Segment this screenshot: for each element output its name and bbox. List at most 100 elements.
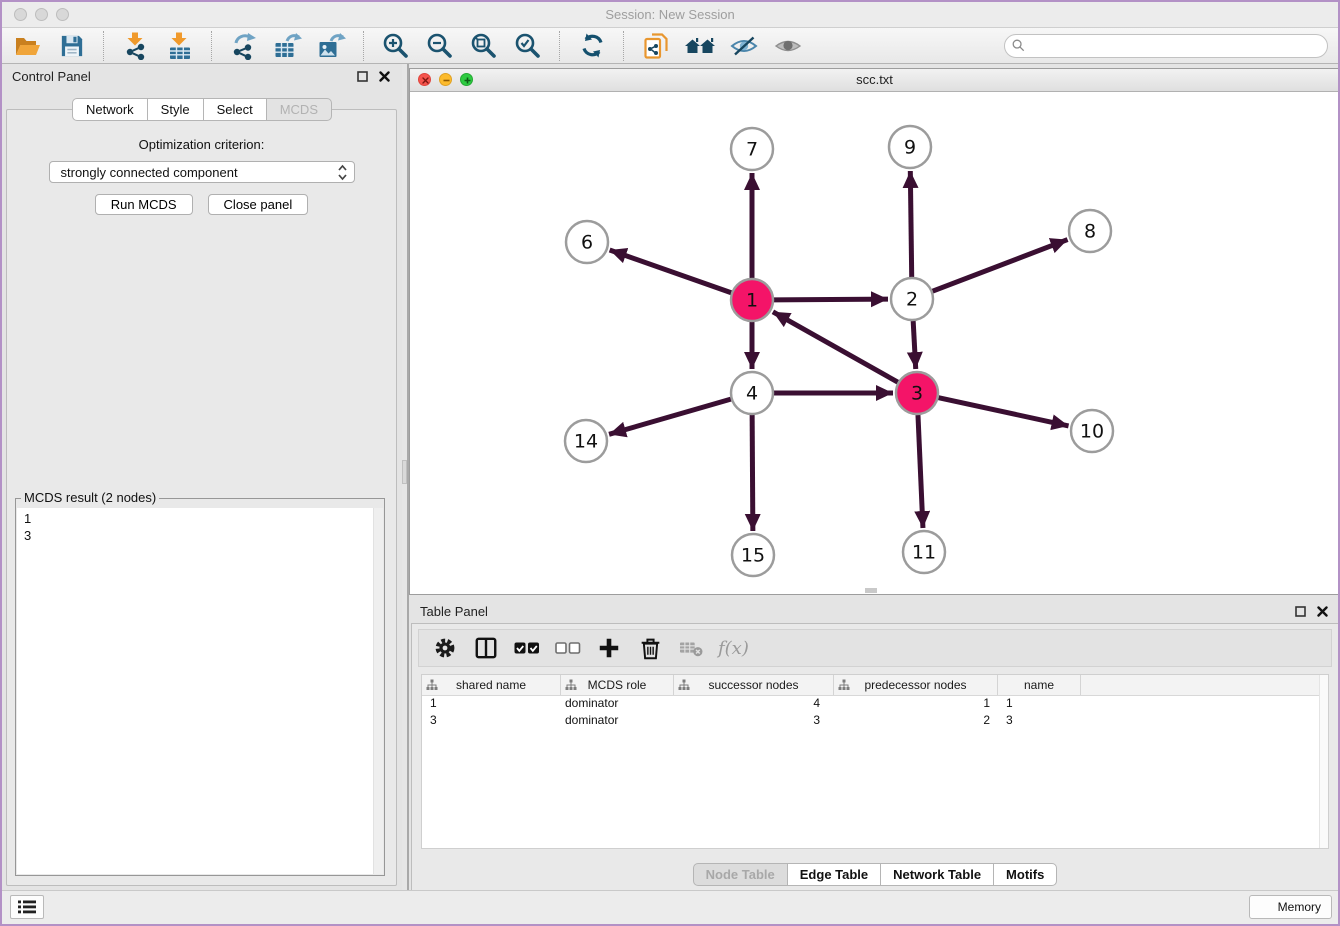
table-scrollbar[interactable] (1319, 675, 1328, 848)
close-panel-icon[interactable] (376, 68, 392, 84)
network-window-titlebar: scc.txt (410, 69, 1339, 92)
zoom-in-icon (381, 31, 411, 61)
zoom-selected-icon (513, 31, 543, 61)
table-settings-button[interactable] (431, 634, 459, 662)
graph-node-9[interactable]: 9 (889, 126, 931, 168)
delete-table-icon (678, 637, 704, 659)
tab-edge-table[interactable]: Edge Table (787, 863, 881, 886)
mcds-panel-body: Optimization criterion: strongly connect… (6, 109, 397, 886)
export-table-button[interactable] (272, 30, 304, 62)
float-panel-icon[interactable] (354, 68, 370, 84)
column-header-predecessor-nodes[interactable]: predecessor nodes (834, 675, 998, 695)
graph-edge-4-15[interactable] (752, 415, 753, 531)
tab-style[interactable]: Style (147, 98, 204, 121)
delete-table-button[interactable] (677, 634, 705, 662)
canvas-hscroll-thumb[interactable] (865, 588, 877, 593)
svg-text:7: 7 (746, 139, 758, 161)
graph-edge-3-10[interactable] (938, 398, 1068, 426)
cell-name: 1 (998, 696, 1081, 713)
zoom-fit-button[interactable] (468, 30, 500, 62)
graph-node-10[interactable]: 10 (1071, 410, 1113, 452)
import-network-button[interactable] (120, 30, 152, 62)
graph-edge-2-8[interactable] (933, 240, 1068, 292)
run-mcds-button[interactable]: Run MCDS (95, 194, 193, 215)
hierarchy-icon (426, 679, 438, 691)
result-scrollbar[interactable] (373, 508, 383, 874)
graph-edge-1-2[interactable] (774, 299, 888, 300)
table-row[interactable]: 1 dominator 4 1 1 (422, 696, 1328, 713)
save-session-button[interactable] (56, 30, 88, 62)
panel-divider[interactable] (402, 64, 409, 892)
column-header-mcds-role[interactable]: MCDS role (561, 675, 674, 695)
tab-mcds[interactable]: MCDS (266, 98, 332, 121)
close-table-panel-icon[interactable] (1314, 603, 1330, 619)
graph-node-11[interactable]: 11 (903, 531, 945, 573)
show-columns-button[interactable] (472, 634, 500, 662)
search-input[interactable] (1004, 34, 1328, 58)
memory-button[interactable]: Memory (1249, 895, 1332, 919)
mcds-result-group: MCDS result (2 nodes) 1 3 (15, 498, 385, 876)
table-row[interactable]: 3 dominator 3 2 3 (422, 713, 1328, 730)
task-history-button[interactable] (10, 895, 44, 919)
title-bar: Session: New Session (2, 2, 1338, 28)
refresh-view-button[interactable] (576, 30, 608, 62)
graph-node-14[interactable]: 14 (565, 420, 607, 462)
column-header-shared-name[interactable]: shared name (422, 675, 561, 695)
select-all-button[interactable] (513, 634, 541, 662)
cell-mcds-role: dominator (561, 696, 674, 713)
plus-icon (597, 636, 621, 660)
delete-column-button[interactable] (636, 634, 664, 662)
tab-motifs[interactable]: Motifs (993, 863, 1057, 886)
graph-edge-2-3[interactable] (913, 321, 916, 369)
zoom-selected-button[interactable] (512, 30, 544, 62)
graph-node-6[interactable]: 6 (566, 221, 608, 263)
svg-text:15: 15 (741, 545, 765, 567)
function-builder-button[interactable]: f(x) (718, 634, 749, 662)
zoom-in-button[interactable] (380, 30, 412, 62)
graph-edge-4-14[interactable] (609, 399, 731, 434)
graph-edge-2-9[interactable] (910, 171, 911, 277)
graph-node-1[interactable]: 1 (731, 279, 773, 321)
refresh-icon (579, 32, 606, 59)
svg-text:2: 2 (906, 289, 918, 311)
graph-node-15[interactable]: 15 (732, 534, 774, 576)
tab-network-table[interactable]: Network Table (880, 863, 994, 886)
criterion-select[interactable]: strongly connected component (49, 161, 355, 183)
deselect-all-button[interactable] (554, 634, 582, 662)
hide-selected-button[interactable] (728, 30, 760, 62)
show-all-button[interactable] (772, 30, 804, 62)
svg-text:3: 3 (911, 383, 923, 405)
graph-node-7[interactable]: 7 (731, 128, 773, 170)
folder-open-icon (14, 33, 42, 59)
close-panel-button[interactable]: Close panel (208, 194, 309, 215)
graph-node-4[interactable]: 4 (731, 372, 773, 414)
graph-node-3[interactable]: 3 (896, 372, 938, 414)
graph-node-2[interactable]: 2 (891, 278, 933, 320)
import-table-button[interactable] (164, 30, 196, 62)
first-neighbors-button[interactable] (684, 30, 716, 62)
open-file-button[interactable] (12, 30, 44, 62)
tab-network[interactable]: Network (72, 98, 148, 121)
float-table-panel-icon[interactable] (1292, 603, 1308, 619)
eye-slash-icon (729, 33, 759, 59)
tab-node-table[interactable]: Node Table (693, 863, 788, 886)
network-canvas[interactable]: 7 9 6 8 1 2 4 3 14 10 15 11 (410, 92, 1339, 594)
graph-node-8[interactable]: 8 (1069, 210, 1111, 252)
graph-edge-3-11[interactable] (918, 415, 923, 528)
network-graph-svg[interactable]: 7 9 6 8 1 2 4 3 14 10 15 11 (410, 92, 1339, 595)
graph-edge-1-6[interactable] (610, 250, 732, 293)
divider-grip[interactable] (402, 460, 407, 484)
column-header-successor-nodes[interactable]: successor nodes (674, 675, 834, 695)
tab-select[interactable]: Select (203, 98, 267, 121)
zoom-out-button[interactable] (424, 30, 456, 62)
duplicate-network-button[interactable] (640, 30, 672, 62)
graph-edge-3-1[interactable] (773, 312, 898, 382)
export-network-button[interactable] (228, 30, 260, 62)
create-column-button[interactable] (595, 634, 623, 662)
hierarchy-icon (838, 679, 850, 691)
two-houses-icon (684, 33, 716, 59)
export-image-button[interactable] (316, 30, 348, 62)
column-header-name[interactable]: name (998, 675, 1081, 695)
search-box (1004, 34, 1328, 58)
table-panel: Table Panel (409, 599, 1340, 892)
